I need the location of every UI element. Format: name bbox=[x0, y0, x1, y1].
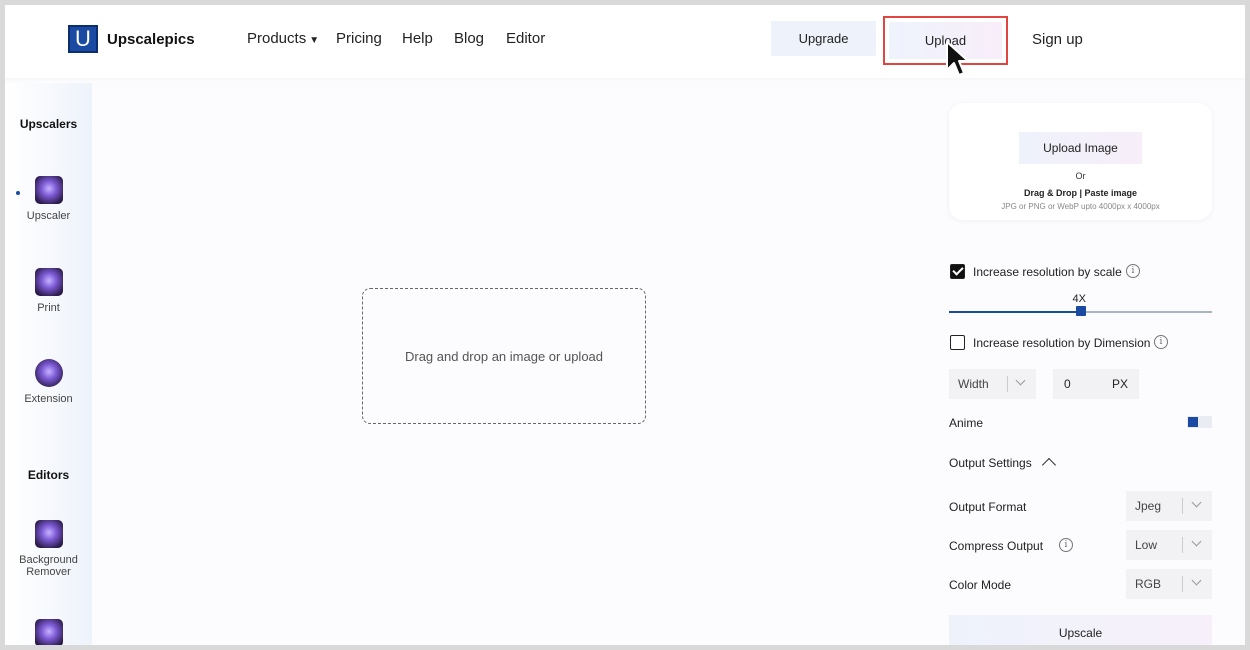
color-mode-select[interactable]: RGB bbox=[1126, 569, 1212, 599]
output-format-value: Jpeg bbox=[1135, 499, 1162, 513]
sidebar-item-label: Extension bbox=[24, 393, 73, 405]
chevron-up-icon[interactable] bbox=[1041, 457, 1057, 473]
color-mode-value: RGB bbox=[1135, 577, 1162, 591]
nav-help[interactable]: Help bbox=[402, 30, 433, 47]
select-divider bbox=[1182, 537, 1183, 553]
puzzle-extension-icon bbox=[34, 359, 63, 387]
px-unit: PX bbox=[1112, 377, 1129, 391]
sidebar-item-background-remover[interactable]: Background Remover bbox=[5, 520, 92, 578]
chevron-down-icon bbox=[1191, 497, 1202, 508]
scale-value-label: 4X bbox=[1072, 293, 1086, 305]
signup-link[interactable]: Sign up bbox=[1032, 31, 1083, 48]
logo-icon[interactable]: U bbox=[68, 25, 98, 53]
upload-card: Upload Image Or Drag & Drop | Paste imag… bbox=[949, 103, 1212, 220]
or-text: Or bbox=[1075, 171, 1086, 181]
upscaler-icon bbox=[34, 176, 63, 204]
anime-toggle[interactable] bbox=[1187, 416, 1212, 428]
compress-output-select[interactable]: Low bbox=[1126, 530, 1212, 560]
select-divider bbox=[1007, 376, 1008, 392]
print-icon bbox=[34, 268, 63, 296]
scale-checkbox[interactable] bbox=[950, 264, 965, 279]
dimension-px-input[interactable]: 0 PX bbox=[1053, 369, 1139, 399]
nav-blog[interactable]: Blog bbox=[454, 30, 484, 47]
nav-pricing[interactable]: Pricing bbox=[336, 30, 382, 47]
dimension-label: Increase resolution by Dimension bbox=[973, 336, 1151, 350]
top-navbar: U Upscalepics Products ▼ Pricing Help Blo… bbox=[5, 5, 1245, 78]
scale-slider-fill bbox=[949, 311, 1081, 313]
app-frame: U Upscalepics Products ▼ Pricing Help Blo… bbox=[5, 5, 1245, 645]
sidebar: Upscalers Upscaler Print Extension Edito… bbox=[5, 83, 92, 645]
scale-info-icon[interactable]: i bbox=[1126, 264, 1140, 278]
dimension-info-icon[interactable]: i bbox=[1154, 335, 1168, 349]
sidebar-item-editor[interactable] bbox=[5, 619, 92, 645]
sidebar-item-label-line2: Remover bbox=[26, 566, 71, 578]
output-format-select[interactable]: Jpeg bbox=[1126, 491, 1212, 521]
sidebar-item-extension[interactable]: Extension bbox=[5, 359, 92, 405]
width-select[interactable]: Width bbox=[949, 369, 1036, 399]
mouse-cursor-icon bbox=[946, 41, 969, 76]
brand-name[interactable]: Upscalepics bbox=[107, 31, 195, 48]
upgrade-button[interactable]: Upgrade bbox=[771, 21, 876, 56]
compress-output-label: Compress Output bbox=[949, 539, 1044, 553]
nav-products[interactable]: Products ▼ bbox=[247, 30, 319, 47]
chevron-down-icon bbox=[1191, 575, 1202, 586]
sidebar-item-label-line1: Background bbox=[19, 554, 78, 566]
sidebar-item-print[interactable]: Print bbox=[5, 268, 92, 314]
select-divider bbox=[1182, 498, 1183, 514]
upload-image-button[interactable]: Upload Image bbox=[1019, 132, 1142, 164]
select-divider bbox=[1182, 576, 1183, 592]
nav-products-label: Products bbox=[247, 30, 307, 47]
anime-label: Anime bbox=[949, 416, 984, 430]
sidebar-item-label: Upscaler bbox=[26, 210, 71, 222]
compress-info-icon[interactable]: i bbox=[1059, 538, 1073, 552]
sidebar-item-upscaler[interactable]: Upscaler bbox=[5, 176, 92, 222]
drop-zone-text: Drag and drop an image or upload bbox=[404, 348, 604, 364]
sidebar-item-label: Print bbox=[37, 302, 60, 314]
width-select-value: Width bbox=[958, 377, 989, 391]
color-mode-label: Color Mode bbox=[949, 578, 1012, 592]
image-drop-zone[interactable]: Drag and drop an image or upload bbox=[362, 288, 646, 424]
output-settings-label[interactable]: Output Settings bbox=[949, 456, 1032, 470]
chevron-down-icon bbox=[1191, 536, 1202, 547]
drag-drop-text: Drag & Drop | Paste image bbox=[1023, 188, 1138, 198]
chevron-down-icon bbox=[1015, 375, 1026, 386]
dimension-checkbox[interactable] bbox=[950, 335, 965, 350]
upscale-button[interactable]: Upscale bbox=[949, 615, 1212, 645]
scale-slider-thumb[interactable] bbox=[1075, 306, 1086, 316]
compress-output-value: Low bbox=[1135, 538, 1158, 552]
magic-wand-editor-icon bbox=[34, 619, 63, 645]
output-format-label: Output Format bbox=[949, 500, 1027, 514]
sidebar-heading-upscalers: Upscalers bbox=[19, 117, 78, 131]
scale-label: Increase resolution by scale bbox=[973, 265, 1122, 279]
background-remover-icon bbox=[34, 520, 63, 548]
sidebar-heading-editors: Editors bbox=[27, 468, 70, 482]
caret-down-icon: ▼ bbox=[309, 35, 320, 46]
px-value: 0 bbox=[1064, 377, 1071, 391]
anime-toggle-knob bbox=[1188, 417, 1198, 427]
file-hint-text: JPG or PNG or WebP upto 4000px x 4000px bbox=[1001, 202, 1160, 211]
nav-editor[interactable]: Editor bbox=[506, 30, 545, 47]
